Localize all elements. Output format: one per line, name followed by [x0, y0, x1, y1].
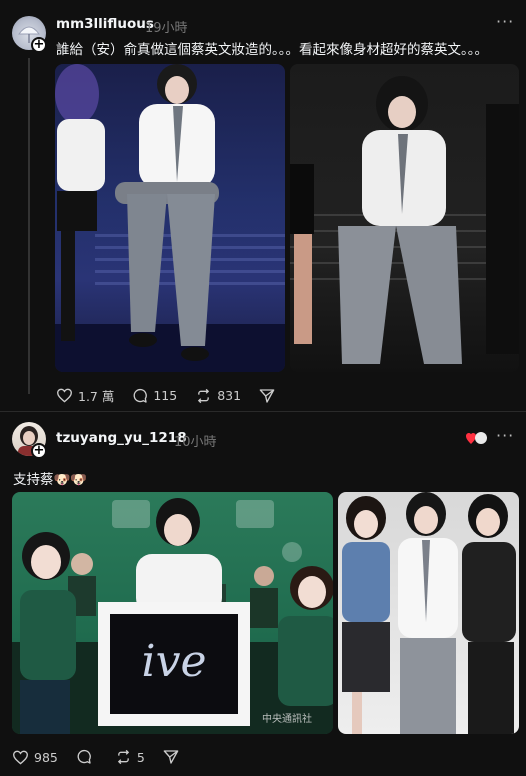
post-text: 誰給（安）俞真做這個蔡英文妝造的。。。看起來像身材超好的蔡英文。。。: [56, 42, 488, 58]
more-options-icon[interactable]: ···: [496, 426, 514, 445]
repost-count: 831: [217, 388, 242, 403]
group-photo-image: [342, 492, 516, 734]
repost-count: 5: [136, 749, 145, 765]
like-count: 985: [34, 749, 58, 765]
post-actions: 1.7 萬 115 831: [56, 386, 298, 405]
like-button[interactable]: 985: [12, 750, 58, 765]
heart-icon: [12, 750, 29, 765]
heart-icon: [56, 388, 73, 403]
post-image[interactable]: [290, 64, 519, 372]
post-text: 支持蔡🐶🐶: [13, 472, 88, 488]
repost-button[interactable]: 831: [195, 388, 241, 404]
follow-plus-icon[interactable]: +: [31, 37, 47, 53]
send-icon: [163, 750, 179, 764]
follow-plus-icon[interactable]: +: [31, 443, 47, 459]
post-image[interactable]: ive 中央通訊社: [12, 492, 333, 734]
liked-by-avatars[interactable]: [466, 430, 488, 446]
comment-count: 115: [153, 388, 178, 403]
repost-button[interactable]: 5: [115, 749, 145, 765]
share-button[interactable]: [259, 388, 280, 404]
post-username[interactable]: tzuyang_yu_1218: [56, 430, 187, 446]
dancer-closeup-image: [290, 76, 519, 364]
comment-icon: [133, 388, 148, 403]
comment-icon: [77, 749, 91, 764]
comment-button[interactable]: 115: [132, 388, 177, 404]
comment-button[interactable]: [76, 749, 97, 765]
campaign-event-image: ive 中央通訊社: [12, 498, 333, 734]
like-count: 1.7 萬: [78, 389, 115, 404]
stage-dancers-image: [55, 64, 285, 372]
post-actions: 985 5: [12, 749, 202, 765]
thread-line: [28, 58, 30, 394]
repost-icon: [198, 388, 210, 403]
repost-icon: [117, 749, 129, 765]
like-button[interactable]: 1.7 萬: [56, 386, 114, 405]
send-icon: [259, 388, 275, 403]
post-image[interactable]: [55, 64, 285, 372]
watermark: 中央通訊社: [262, 712, 312, 725]
thread-post: + tzuyang_yu_1218 10小時 ··· 支持蔡🐶🐶 ive 中央通…: [0, 412, 526, 776]
thread-post: + mm3llifluous 19小時 ··· 誰給（安）俞真做這個蔡英文妝造的…: [0, 0, 526, 412]
more-options-icon[interactable]: ···: [496, 12, 514, 31]
share-button[interactable]: [163, 749, 184, 765]
heart-reaction-icon: [466, 432, 487, 444]
post-image[interactable]: [338, 492, 519, 734]
post-time: 10小時: [174, 435, 217, 450]
post-username[interactable]: mm3llifluous: [56, 16, 154, 32]
ive-logo: ive: [142, 636, 207, 687]
post-time: 19小時: [145, 21, 188, 36]
